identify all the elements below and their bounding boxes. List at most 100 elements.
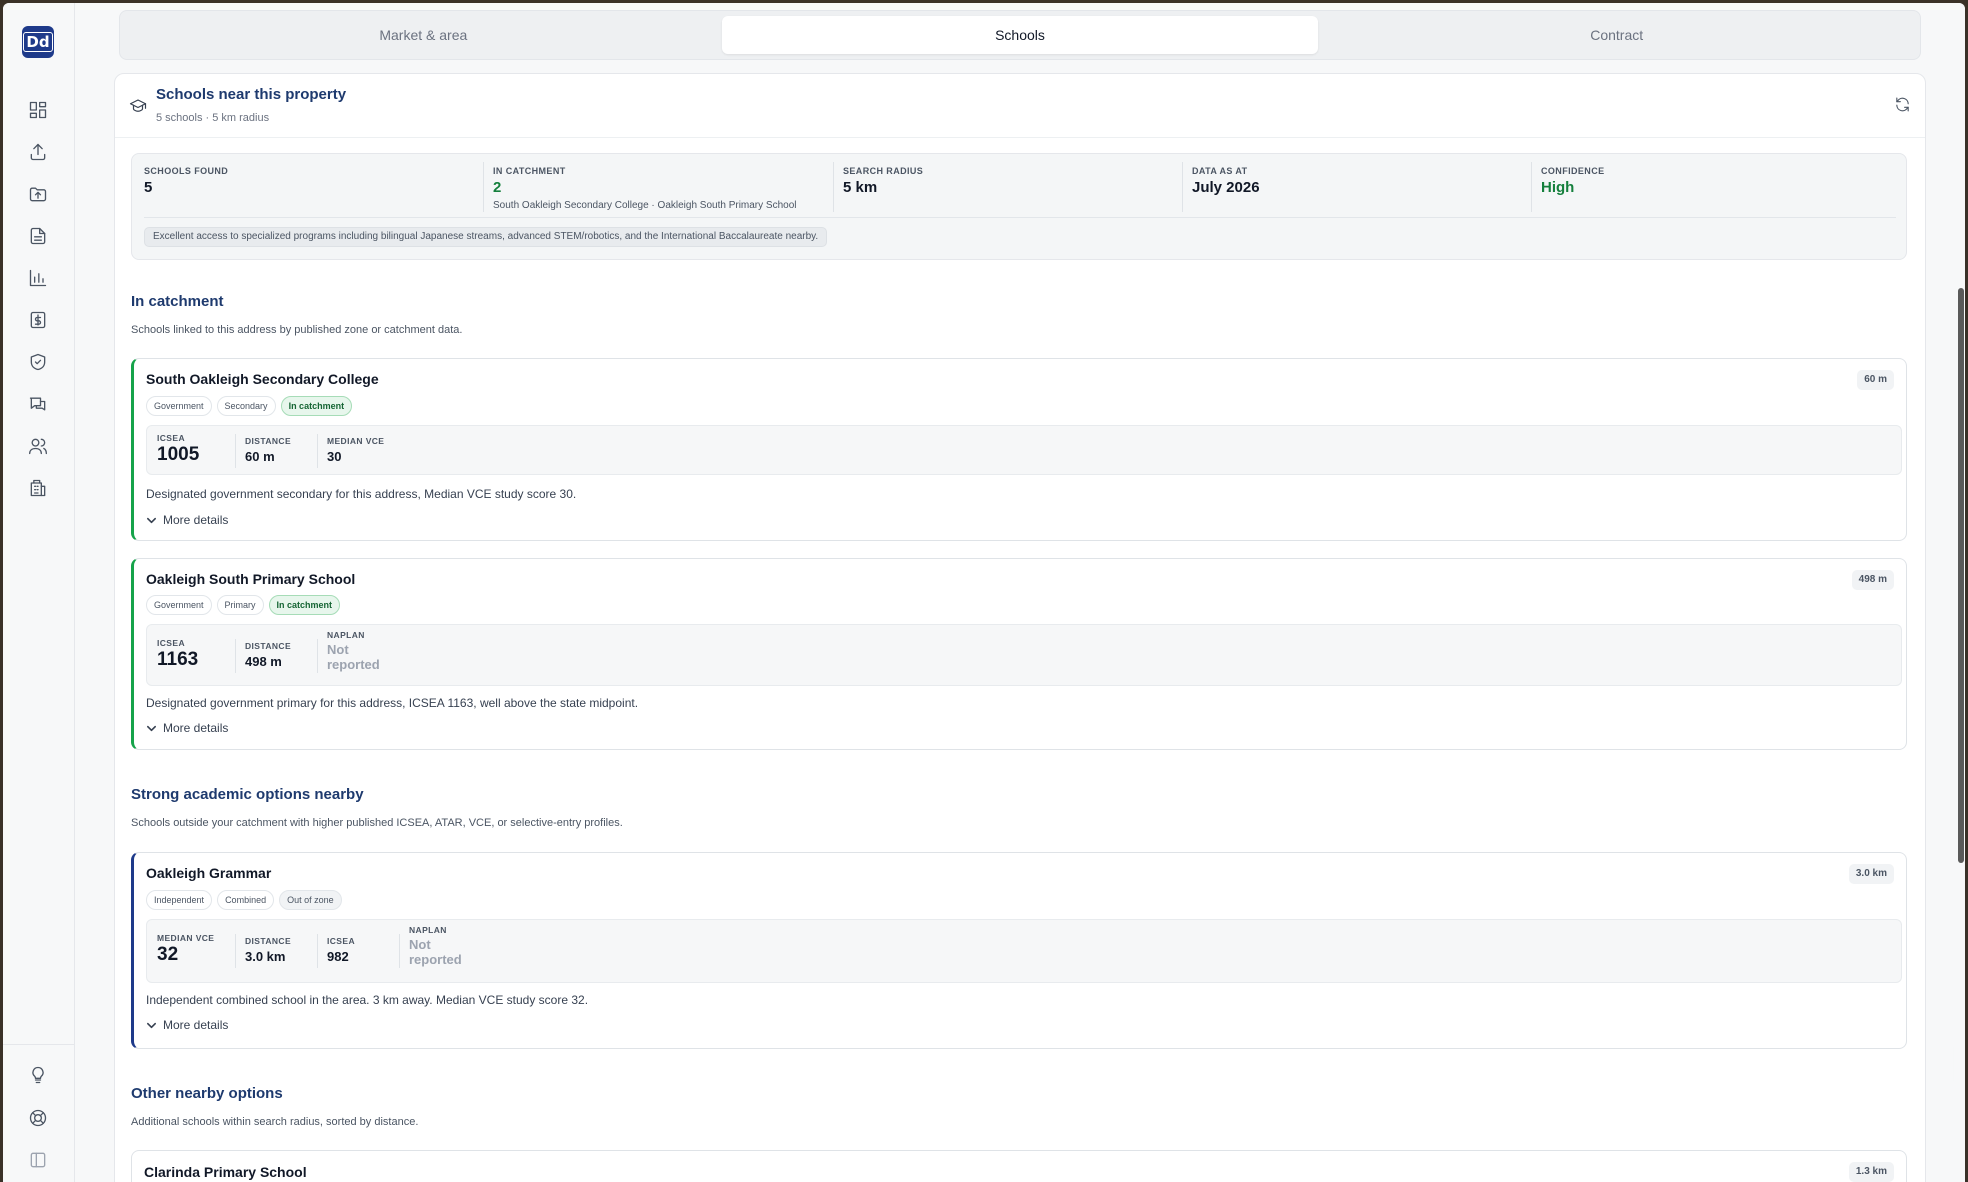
sidebar-divider xyxy=(3,1044,75,1045)
more-details-toggle[interactable]: More details xyxy=(146,513,228,527)
metric-label: ICSEA xyxy=(157,433,185,443)
metric-value: 1005 xyxy=(157,444,200,465)
school-name: South Oakleigh Secondary College xyxy=(146,371,379,387)
help-ring-icon[interactable] xyxy=(27,1107,49,1129)
scrollbar-thumb[interactable] xyxy=(1958,288,1964,863)
document-icon[interactable] xyxy=(27,225,49,247)
metric-divider xyxy=(235,639,236,673)
more-details-label: More details xyxy=(163,513,229,527)
tag-sector: Independent xyxy=(146,890,213,910)
stat-divider xyxy=(833,162,834,212)
school-tags: Independent Combined Out of zone xyxy=(146,890,342,910)
metric-divider xyxy=(235,434,236,468)
stat-label: In catchment xyxy=(493,166,566,176)
metric-median-vce: Median VCE 32 xyxy=(157,933,214,966)
panel-subtitle: 5 schools · 5 km radius xyxy=(156,112,270,124)
collapse-sidebar-icon[interactable] xyxy=(27,1149,49,1171)
dollar-document-icon[interactable] xyxy=(27,309,49,331)
stat-note: South Oakleigh Secondary College · Oakle… xyxy=(493,200,797,211)
folder-upload-icon[interactable] xyxy=(27,183,49,205)
users-icon[interactable] xyxy=(27,435,49,457)
more-details-toggle[interactable]: More details xyxy=(146,1018,228,1032)
tag-zone: Out of zone xyxy=(279,890,342,910)
chart-icon[interactable] xyxy=(27,267,49,289)
stat-in-catchment: In catchment 2 South Oakleigh Secondary … xyxy=(493,162,797,220)
more-details-label: More details xyxy=(163,1018,229,1032)
metric-value: 3.0 km xyxy=(245,949,286,964)
metric-naplan: NAPLAN Not reported xyxy=(327,630,387,672)
shield-check-icon[interactable] xyxy=(27,351,49,373)
tag-level: Combined xyxy=(217,890,275,910)
metric-label: Median VCE xyxy=(157,933,215,943)
tag-catchment: In catchment xyxy=(280,396,353,416)
metric-value: 30 xyxy=(327,449,342,464)
upload-icon[interactable] xyxy=(27,141,49,163)
metric-value: 982 xyxy=(327,949,349,964)
stat-value: 2 xyxy=(493,179,502,196)
summary-highlight: Excellent access to specialized programs… xyxy=(144,227,828,247)
tag-level: Secondary xyxy=(216,396,276,416)
metric-divider xyxy=(235,934,236,968)
app-window: Dd Market & area Schools Contract School… xyxy=(3,3,1965,1182)
metric-label: NAPLAN xyxy=(327,630,365,640)
metric-naplan: NAPLAN Not reported xyxy=(409,925,469,967)
main-content: Market & area Schools Contract Schools n… xyxy=(76,3,1954,1182)
metric-label: Distance xyxy=(245,436,292,446)
stat-schools-found: Schools found 5 xyxy=(144,162,228,220)
dashboard-icon[interactable] xyxy=(27,99,49,121)
stat-divider xyxy=(1531,162,1532,212)
building-icon[interactable] xyxy=(27,477,49,499)
messages-icon[interactable] xyxy=(27,393,49,415)
more-details-toggle[interactable]: More details xyxy=(146,721,228,735)
stat-confidence: Confidence High xyxy=(1541,162,1605,220)
tag-catchment: In catchment xyxy=(268,595,341,615)
refresh-icon[interactable] xyxy=(1894,96,1911,118)
stat-value: 5 km xyxy=(843,179,878,196)
school-card-oakleigh-grammar: Oakleigh Grammar 3.0 km Independent Comb… xyxy=(131,852,1907,1049)
section-title-other: Other nearby options xyxy=(131,1085,283,1102)
metric-value: Not reported xyxy=(409,937,462,967)
stat-data-as-at: Data as at July 2026 xyxy=(1192,162,1260,220)
tab-contract[interactable]: Contract xyxy=(1318,16,1915,54)
metric-icsea: ICSEA 1163 xyxy=(157,638,198,671)
section-title-catchment: In catchment xyxy=(131,293,224,310)
tag-sector: Government xyxy=(146,595,212,615)
chevron-down-icon xyxy=(147,517,156,523)
section-subtitle-academic: Schools outside your catchment with high… xyxy=(131,817,623,829)
more-details-label: More details xyxy=(163,721,229,735)
section-subtitle-other: Additional schools within search radius,… xyxy=(131,1116,419,1128)
school-metrics: Median VCE 32 Distance 3.0 km ICSEA 982 xyxy=(146,919,1902,983)
section-subtitle-catchment: Schools linked to this address by publis… xyxy=(131,324,463,336)
school-description: Designated government secondary for this… xyxy=(146,487,577,501)
metric-label: NAPLAN xyxy=(409,925,447,935)
schools-panel: Schools near this property 5 schools · 5… xyxy=(114,73,1926,1182)
metric-icsea: ICSEA 1005 xyxy=(157,433,199,466)
metric-divider xyxy=(317,934,318,968)
school-description: Independent combined school in the area.… xyxy=(146,993,589,1007)
stat-label: Data as at xyxy=(1192,166,1248,176)
metric-divider xyxy=(317,639,318,673)
metric-label: Distance xyxy=(245,641,292,651)
school-name: Oakleigh Grammar xyxy=(146,865,272,881)
tab-market-area[interactable]: Market & area xyxy=(125,16,722,54)
school-card-south-oakleigh: South Oakleigh Secondary College 60 m Go… xyxy=(131,358,1907,541)
chevron-down-icon xyxy=(147,1022,156,1028)
metric-icsea: ICSEA 982 xyxy=(327,936,355,964)
metric-divider xyxy=(399,934,400,968)
metric-distance: Distance 3.0 km xyxy=(245,936,291,964)
metric-label: Median VCE xyxy=(327,436,385,446)
stat-search-radius: Search radius 5 km xyxy=(843,162,923,220)
tab-schools[interactable]: Schools xyxy=(721,16,1319,54)
metric-value: 498 m xyxy=(245,654,282,669)
metric-value: 32 xyxy=(157,944,179,965)
metric-value: 60 m xyxy=(245,449,275,464)
panel-header: Schools near this property 5 schools · 5… xyxy=(115,74,1925,138)
app-logo[interactable]: Dd xyxy=(22,26,54,58)
tag-level: Primary xyxy=(216,595,264,615)
stat-divider xyxy=(483,162,484,212)
metric-label: ICSEA xyxy=(327,936,355,946)
stat-value: High xyxy=(1541,179,1575,196)
lightbulb-icon[interactable] xyxy=(27,1064,49,1086)
school-card-clarinda-primary: Clarinda Primary School 1.3 km xyxy=(131,1150,1907,1182)
tab-bar: Market & area Schools Contract xyxy=(119,10,1921,60)
